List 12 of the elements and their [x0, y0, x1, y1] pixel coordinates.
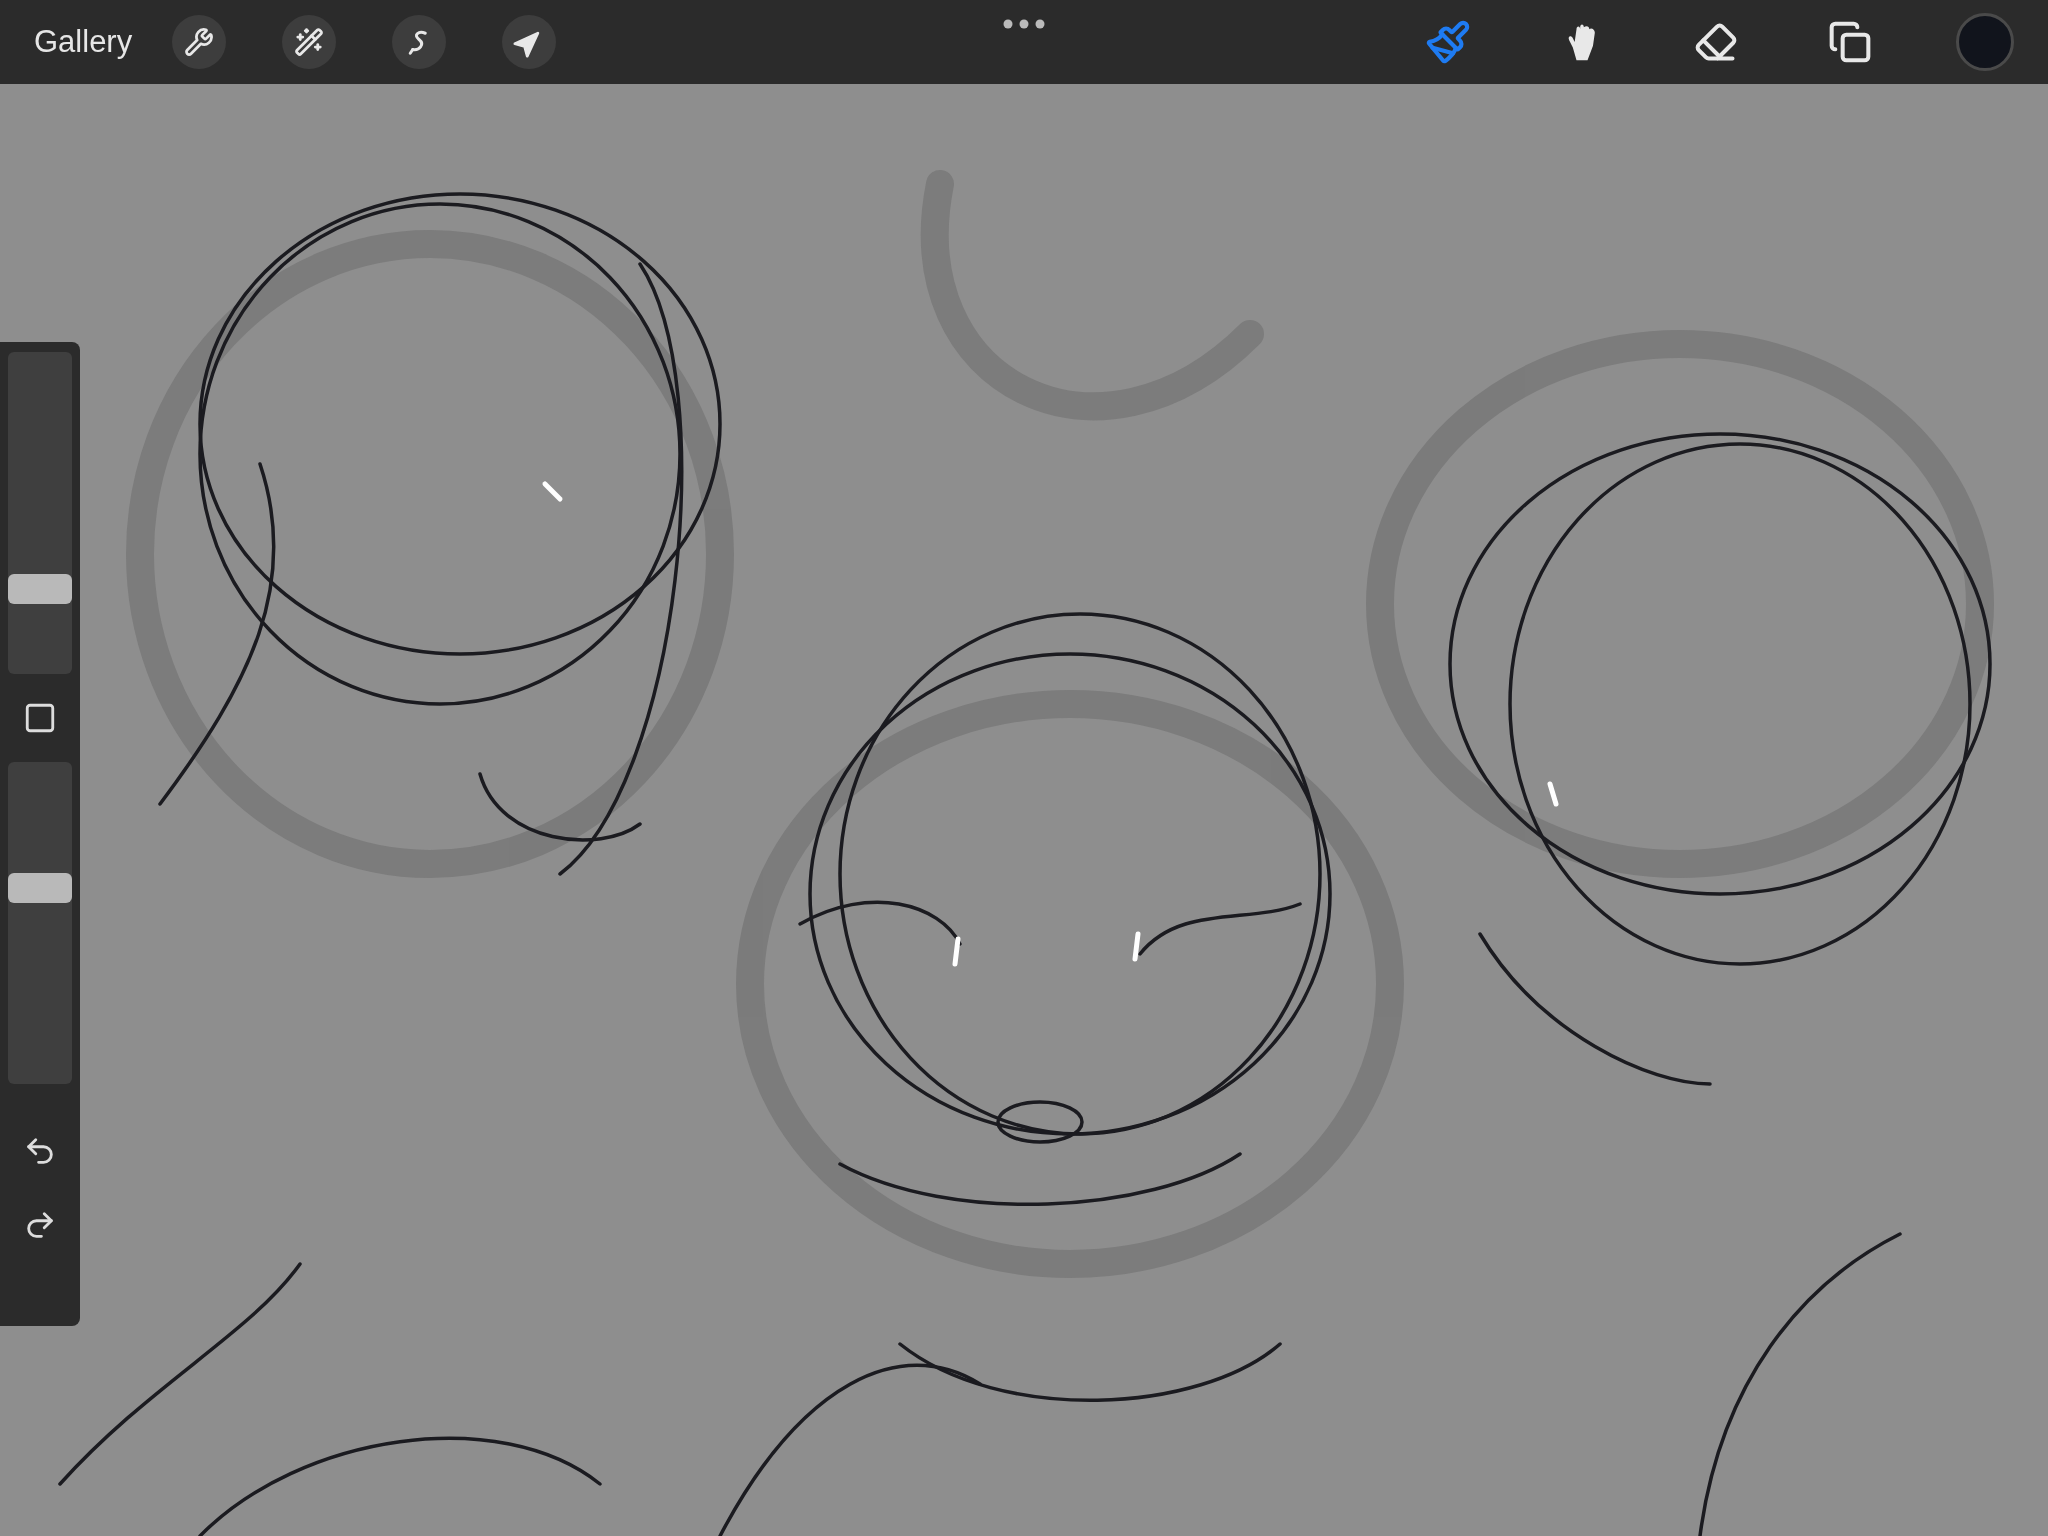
square-icon — [23, 701, 57, 735]
brush-icon — [1425, 19, 1471, 65]
slider-thumb[interactable] — [8, 872, 72, 903]
wrench-icon — [184, 27, 215, 57]
brush-size-slider[interactable] — [8, 352, 72, 674]
more-icon[interactable] — [1003, 18, 1045, 30]
slider-thumb[interactable] — [8, 573, 72, 604]
layers-icon — [1828, 20, 1872, 64]
opacity-slider[interactable] — [8, 762, 72, 1084]
gallery-button[interactable]: Gallery — [34, 18, 133, 66]
magic-wand-icon — [294, 27, 325, 57]
eraser-icon — [1694, 20, 1738, 64]
